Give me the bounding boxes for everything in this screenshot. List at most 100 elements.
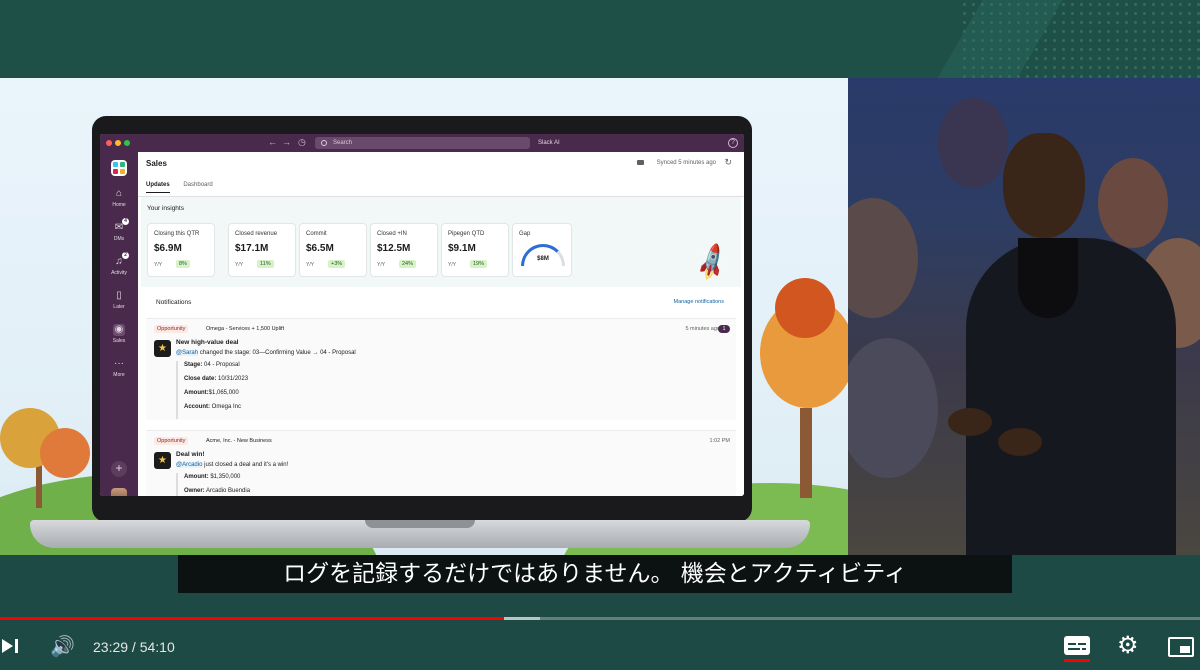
opportunity-tag: Opportunity — [154, 325, 189, 333]
minimize-dot[interactable] — [115, 140, 121, 146]
metric-card[interactable]: Commit $6.5M Y/Y +3% — [299, 223, 367, 277]
notification-count: 1 — [718, 325, 730, 333]
metric-card[interactable]: Closed revenue $17.1M Y/Y 11% — [228, 223, 296, 277]
detail-row: Amount:$1,065,000 — [184, 390, 239, 396]
metric-value: $6.9M — [154, 243, 182, 254]
metric-card[interactable]: Closing this QTR $6.9M Y/Y 8% — [147, 223, 215, 277]
maximize-dot[interactable] — [124, 140, 130, 146]
back-icon[interactable]: ← — [268, 137, 277, 147]
detail-key: Owner: — [184, 488, 205, 494]
user-mention[interactable]: @Sarah — [176, 350, 199, 356]
miniplayer-icon[interactable] — [1168, 637, 1194, 657]
metric-card[interactable]: Pipegen QTD $9.1M Y/Y 19% — [441, 223, 509, 277]
detail-key: Amount: — [184, 390, 209, 396]
search-input[interactable]: Search — [315, 137, 530, 149]
rail-item-more[interactable]: ··· More — [100, 358, 138, 378]
metric-change: 11% — [257, 260, 274, 268]
top-backdrop — [0, 0, 1200, 78]
audience-member — [848, 198, 918, 318]
speaker-hand — [948, 408, 992, 436]
metric-value: $9.1M — [448, 243, 476, 254]
rail-item-dms[interactable]: ✉ DMs — [100, 222, 138, 242]
metric-value: $17.1M — [235, 243, 269, 254]
help-icon[interactable]: ? — [728, 138, 738, 148]
detail-key: Amount: — [184, 474, 209, 480]
opportunity-name[interactable]: Acme, Inc. - New Business — [206, 438, 272, 444]
detail-value: Omega Inc — [210, 404, 242, 410]
detail-key: Account: — [184, 404, 210, 410]
insights-panel: Your insights Closing this QTR $6.9M Y/Y… — [141, 197, 741, 287]
gap-gauge-fill — [521, 244, 565, 266]
channel-title: Sales — [146, 159, 167, 168]
slack-window: ← → ◷ Search Slack AI ? ⌂ Home ✉ DMs 4 ♫… — [100, 134, 744, 496]
settings-icon[interactable]: ⚙ — [1117, 632, 1139, 660]
slack-logo[interactable] — [111, 160, 127, 176]
close-dot[interactable] — [106, 140, 112, 146]
metric-period: Y/Y — [448, 262, 457, 268]
volume-icon[interactable]: 🔊 — [50, 636, 76, 658]
subtitles-icon[interactable] — [1064, 636, 1090, 655]
detail-row: Account: Omega Inc — [184, 404, 241, 410]
avatar[interactable] — [111, 488, 127, 496]
rail-label: Later — [113, 304, 125, 310]
detail-key: Close date: — [184, 376, 217, 382]
next-icon[interactable] — [2, 636, 22, 656]
history-icon[interactable]: ◷ — [298, 137, 306, 148]
app-icon: ★ — [154, 340, 171, 357]
tree-trunk-right — [800, 408, 812, 498]
search-icon — [321, 140, 327, 146]
notification-body: changed the stage: 03—Confirming Value →… — [198, 350, 356, 356]
detail-value: 04 - Proposal — [202, 362, 240, 368]
bookmark-icon: ▯ — [116, 290, 122, 301]
rail-label: More — [113, 372, 125, 378]
gap-value: $8M — [537, 256, 549, 262]
metric-change: +3% — [328, 260, 346, 268]
tree-left-2 — [40, 428, 90, 478]
window-titlebar: ← → ◷ Search Slack AI ? — [100, 134, 744, 152]
metric-value: $12.5M — [377, 243, 411, 254]
subtitle-caption: ログを記録するだけではありません。 機会とアクティビティ — [178, 555, 1012, 593]
notification-item[interactable]: Opportunity Acme, Inc. - New Business 1:… — [146, 430, 736, 496]
speaker-shirt — [1018, 238, 1078, 318]
gap-card[interactable]: Gap $8M — [512, 223, 572, 277]
metric-card[interactable]: Closed +IN $12.5M Y/Y 24% — [370, 223, 438, 277]
rail-label: DMs — [113, 236, 125, 242]
speaker-head — [1003, 133, 1085, 238]
backdrop-dot-pattern — [960, 0, 1200, 78]
rail-item-home[interactable]: ⌂ Home — [100, 188, 138, 208]
audience-member — [1098, 158, 1168, 248]
sync-status: Synced 5 minutes ago — [656, 160, 716, 166]
user-mention[interactable]: @Arcadio — [176, 462, 203, 468]
rail-item-later[interactable]: ▯ Later — [100, 290, 138, 310]
metric-change: 19% — [470, 260, 488, 268]
app-icon: ★ — [154, 452, 171, 469]
refresh-icon[interactable]: ↻ — [724, 157, 732, 168]
channel-main: Sales Synced 5 minutes ago ↻ Updates Das… — [138, 152, 744, 496]
speaker-video — [848, 78, 1200, 555]
opportunity-tag: Opportunity — [154, 437, 189, 445]
rail-item-activity[interactable]: ♫ Activity — [100, 256, 138, 276]
notifications-title: Notifications — [156, 299, 192, 306]
audience-member — [938, 98, 1008, 188]
notification-title: New high-value deal — [176, 339, 239, 346]
tab-updates[interactable]: Updates — [146, 182, 170, 193]
forward-icon[interactable]: → — [282, 137, 291, 147]
add-button[interactable]: + — [111, 461, 127, 477]
gap-label: Gap — [519, 231, 531, 237]
metric-period: Y/Y — [377, 262, 386, 268]
rail-item-sales[interactable]: ◉ Sales — [100, 324, 138, 344]
detail-row: Close date: 10/31/2023 — [184, 376, 248, 382]
tab-dashboard[interactable]: Dashboard — [183, 182, 212, 192]
rail-label: Home — [112, 202, 126, 208]
metric-change: 24% — [399, 260, 417, 268]
opportunity-name[interactable]: Omega - Services + 1,500 Uplift — [206, 326, 284, 332]
metric-period: Y/Y — [154, 262, 163, 268]
speaker-hand — [998, 428, 1042, 456]
notification-body: just closed a deal and it's a win! — [202, 462, 289, 468]
slack-ai-button[interactable]: Slack AI — [538, 137, 560, 149]
notification-item[interactable]: Opportunity Omega - Services + 1,500 Upl… — [146, 318, 736, 420]
manage-notifications-link[interactable]: Manage notifications — [674, 299, 724, 305]
subtitles-active-indicator — [1064, 659, 1090, 662]
huddle-icon[interactable] — [637, 160, 644, 165]
notification-text: @Sarah changed the stage: 03—Confirming … — [176, 350, 356, 356]
